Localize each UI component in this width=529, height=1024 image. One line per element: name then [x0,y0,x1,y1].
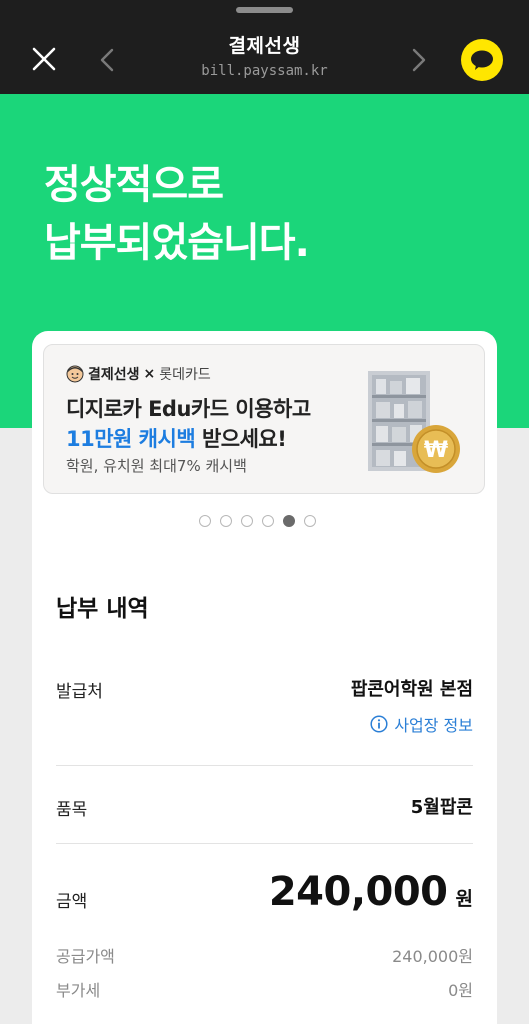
site-url: bill.payssam.kr [201,63,328,79]
item-value: 5월팝콘 [410,797,473,818]
banner-brand: 결제선생 × 롯데카드 [66,363,211,385]
payment-card: 결제선생 × 롯데카드 디지로카 Edu카드 이용하고 11만원 캐시백 받으세… [32,331,497,1024]
amount-value: 240,000 [268,869,448,915]
issuer-label: 발급처 [56,682,103,702]
site-title: 결제선생 [228,35,301,57]
vat-value: 0원 [448,981,473,1000]
sheet-handle[interactable] [236,7,293,13]
amount-total: 240,000 원 [269,869,473,915]
carousel-indicator [199,515,316,527]
carousel-dot[interactable] [199,515,211,527]
carousel-dot[interactable] [262,515,274,527]
chevron-right-icon[interactable] [404,44,432,76]
chevron-left-icon[interactable] [94,44,122,76]
divider [56,765,473,766]
amount-unit: 원 [455,888,473,910]
carousel-dot[interactable] [241,515,253,527]
banner-headline: 디지로카 Edu카드 이용하고 [66,397,311,421]
issuer-value: 팝콘어학원 본점 [350,679,473,700]
item-label: 품목 [56,800,88,820]
section-title: 납부 내역 [56,596,149,622]
business-info-link[interactable]: 사업장 정보 [370,713,473,735]
divider [56,843,473,844]
brand-separator: × [143,366,156,382]
banner-subheadline: 11만원 캐시백 받으세요! [66,423,287,453]
vat-label: 부가세 [56,981,101,1000]
banner-caption: 학원, 유치원 최대7% 캐시백 [66,457,247,475]
carousel-dot[interactable] [304,515,316,527]
supply-price-value: 240,000원 [392,947,473,966]
business-info-label: 사업장 정보 [394,716,473,735]
carousel-dot-active[interactable] [283,515,295,527]
svg-text:₩: ₩ [424,438,448,463]
partner-name: 롯데카드 [159,367,211,383]
close-icon[interactable] [26,41,62,77]
carousel-dot[interactable] [220,515,232,527]
kakao-chat-button[interactable] [461,39,503,81]
mascot-icon [66,365,84,383]
promo-banner[interactable]: 결제선생 × 롯데카드 디지로카 Edu카드 이용하고 11만원 캐시백 받으세… [43,344,485,494]
page-title-area: 결제선생 bill.payssam.kr [150,32,379,82]
shelves-coin-illustration: ₩ [368,371,460,473]
supply-price-label: 공급가액 [56,947,115,966]
hero-message-line1: 정상적으로 [44,162,224,208]
hero-message-line2: 납부되었습니다. [44,220,310,266]
cashback-highlight: 11만원 캐시백 [66,427,196,451]
browser-topbar: 결제선생 bill.payssam.kr [0,0,529,94]
info-icon [370,715,388,733]
kakaotalk-chat-icon [471,50,493,70]
cashback-rest: 받으세요! [195,427,287,451]
amount-label: 금액 [56,892,88,912]
brand-name: 결제선생 [88,367,140,383]
